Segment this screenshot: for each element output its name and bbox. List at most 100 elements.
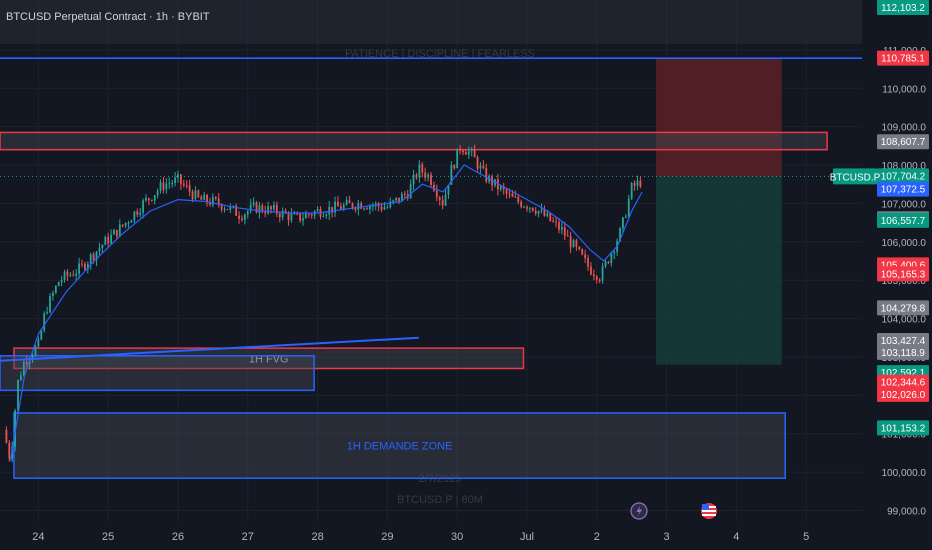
candle-body [197,190,200,197]
candle-body [226,209,229,211]
candle-body [241,218,243,221]
short-position-tool[interactable] [656,58,782,365]
candle-body [37,339,40,347]
candle-body [316,209,319,212]
candle-body [191,191,194,200]
watermark-symbol: BTCUSD.P | 60M [397,494,483,506]
candle-body [441,199,444,206]
candle-body [537,210,540,214]
candle-body [383,207,386,210]
candle-body [511,193,514,197]
candle-body [470,148,473,152]
candle-body [409,184,412,199]
candle-body [69,274,72,276]
candle-body [552,220,555,222]
candle-body [142,200,144,213]
candle-body [543,209,546,216]
candle-body [339,206,342,210]
chart-title: BTCUSD Perpetual Contract · 1h · BYBIT [6,11,210,23]
candle-body [217,198,220,205]
candle-body [575,240,578,247]
candle-body [113,229,115,235]
time-tick-label: 29 [381,531,393,543]
candle-body [514,196,517,198]
candle-body [17,379,19,411]
candle-body [526,206,528,209]
candle-body [287,213,290,221]
candle-body [258,205,261,213]
candle-body [139,212,142,215]
candle-body [528,207,531,209]
candle-body [395,197,398,201]
price-badge-value: 106,557.7 [881,216,926,227]
zone-fvg-blue[interactable] [0,355,315,392]
candle-body [549,213,552,221]
candle-body [348,200,351,204]
candle-body [366,208,368,210]
candle-body [270,206,272,210]
candle-body [162,182,165,190]
candle-body [403,193,406,195]
candle-body [560,227,563,230]
time-tick-label: 2 [594,531,600,543]
candle-body [145,198,147,201]
candle-body [78,263,81,274]
candle-body [587,258,589,267]
candle-body [75,273,78,276]
candle-body [517,196,520,202]
candle-body [150,199,153,201]
us-flag-icon[interactable] [701,503,717,519]
price-tick-label: 106,000.0 [882,238,927,249]
candle-body [310,214,313,216]
candle-body [578,246,581,250]
candle-body [624,216,627,218]
price-badge-value: 102,026.0 [881,390,926,401]
candle-body [156,190,159,196]
time-tick-label: 27 [242,531,254,543]
candle-body [566,235,569,237]
zone-resistance-box[interactable] [0,131,828,151]
candle-body [444,194,447,206]
candle-body [54,285,57,294]
candle-body [462,150,464,153]
candle-body [46,312,49,314]
candle-body [592,274,595,277]
candle-body [130,220,133,223]
candle-body [479,165,482,169]
candle-body [124,222,127,226]
candle-body [453,165,456,169]
lightning-icon[interactable] [630,502,648,520]
position-reward-area[interactable] [656,176,782,365]
candle-body [252,202,255,205]
candle-body [136,211,139,215]
candlestick-chart[interactable]: PATIENCE | DISCIPLINE | FEARLESS 2/7/202… [0,0,932,550]
candle-body [421,164,424,173]
candle-body [305,213,307,219]
candle-body [116,229,118,237]
candle-body [22,361,25,376]
time-tick-label: 3 [664,531,670,543]
candle-body [531,207,534,211]
candle-body [121,224,124,226]
price-badge-value: 104,279.8 [881,303,926,314]
candle-body [20,375,22,380]
candle-body [66,271,69,276]
candle-body [398,197,400,202]
price-badge-value: 110,785.1 [881,54,925,65]
candle-body [110,234,112,244]
candle-body [133,211,136,221]
candle-body [238,215,240,219]
time-axis[interactable]: 24 25 26 27 28 29 30 Jul 2 3 4 5 [0,522,932,550]
candle-body [171,183,174,185]
candle-body [8,442,11,459]
time-tick-label: 26 [172,531,184,543]
candle-body [174,177,176,184]
candle-body [159,182,162,191]
candle-body [595,276,598,280]
candle-body [639,180,642,187]
candle-body [203,194,206,200]
position-risk-area[interactable] [656,58,782,177]
candle-body [165,183,168,190]
candle-body [72,274,75,276]
candle-body [307,213,310,215]
